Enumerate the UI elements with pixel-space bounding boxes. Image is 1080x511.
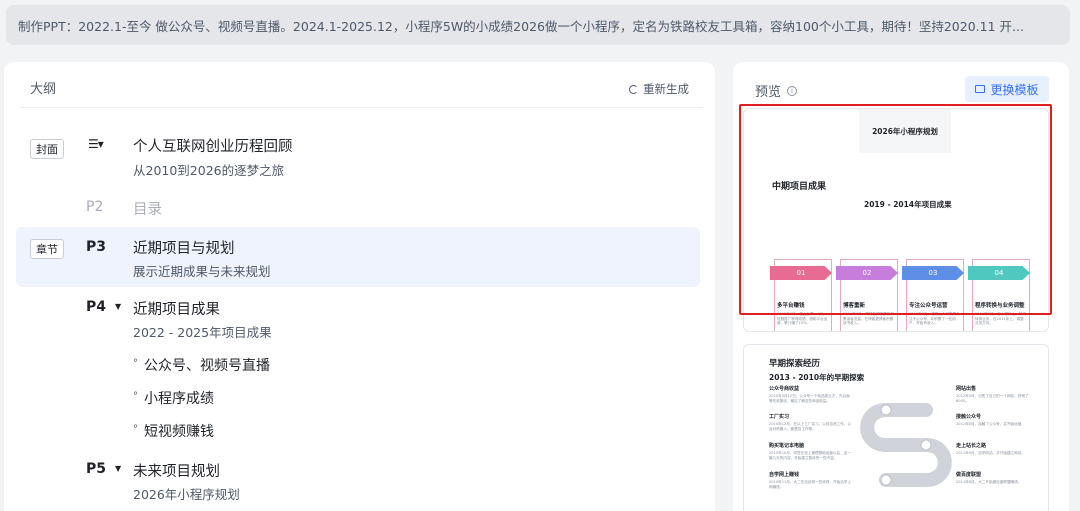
timeline-item-text: 2011年9月，自学网站，并开始建立网站。 <box>956 451 1025 455</box>
outline-row-p5[interactable]: P5 ▼ 未来项目规划 2026年小程序规划 <box>16 456 700 506</box>
preview-label: 预览 <box>755 85 782 100</box>
outline-row-p2[interactable]: P2 目录 <box>16 195 700 221</box>
loop-diagram-icon <box>860 403 952 487</box>
timeline-item-text: 2012年5月，出售了自己的一个网站，获得了8000。 <box>956 394 1029 403</box>
timeline-item-title: 走上站长之路 <box>956 443 987 449</box>
row-title[interactable]: 近期项目与规划 <box>133 237 235 258</box>
swap-template-button[interactable]: 更换模板 <box>965 76 1049 102</box>
collapse-caret-icon[interactable]: ▼ <box>115 464 121 473</box>
regenerate-label: 重新生成 <box>643 82 689 96</box>
collapse-caret-icon[interactable]: ▼ <box>115 302 121 311</box>
outline-panel: 大纲 重新生成 封面 ☰▾ 个人互联网创业历程回顾 从2010到2026的逐梦之… <box>4 62 715 511</box>
timeline-item-title: 网站出售 <box>956 386 977 392</box>
refresh-icon <box>629 84 638 94</box>
prompt-bar[interactable]: 制作PPT：2022.1-至今 做公众号、视频号直播。2024.1-2025.1… <box>6 5 1070 45</box>
list-dropdown-icon[interactable]: ☰▾ <box>88 137 104 151</box>
row-subtitle[interactable]: 2022 - 2025年项目成果 <box>133 322 272 341</box>
outline-bullet[interactable]: ° 小程序成绩 <box>133 388 214 408</box>
row-tag: 章节 <box>30 239 64 259</box>
timeline-item-title: 接触公众号 <box>956 414 982 420</box>
row-tag: 封面 <box>30 139 64 159</box>
outline-header: 大纲 重新生成 <box>20 62 703 108</box>
swap-template-label: 更换模板 <box>990 82 1039 97</box>
outline-bullet[interactable]: ° 公众号、视频号直播 <box>133 355 270 375</box>
row-title[interactable]: 近期项目成果 <box>133 298 220 319</box>
regenerate-button[interactable]: 重新生成 <box>629 81 689 97</box>
row-subtitle[interactable]: 2026年小程序规划 <box>133 484 240 503</box>
page-number: P3 <box>86 239 107 255</box>
timeline-item-text: 2010年11月，大二在自创领一些收获，开始自学上网赚钱。 <box>769 480 851 489</box>
timeline-item-title: 工厂实习 <box>769 414 790 420</box>
slide-heading: 早期探索经历 <box>769 359 821 369</box>
page-number: P4 <box>86 299 107 315</box>
timeline-item-text: 2010年12月，在以上工厂实习，以前自然工作，以及对机器人，都是自工作等。 <box>769 422 851 431</box>
timeline-item-text: 2011年8月，大二开始做百度联盟赚钱。 <box>956 480 1022 484</box>
page-number: P2 <box>86 199 104 215</box>
timeline-item-title: 购买笔记本电脑 <box>769 443 805 449</box>
outline-title: 大纲 <box>30 82 57 97</box>
row-title[interactable]: 个人互联网创业历程回顾 <box>133 135 293 156</box>
outline-bullet[interactable]: ° 短视频赚钱 <box>133 421 214 441</box>
outline-row-p4[interactable]: P4 ▼ 近期项目成果 2022 - 2025年项目成果 ° 公众号、视频号直播 … <box>16 294 700 444</box>
row-title[interactable]: 未来项目规划 <box>133 460 220 481</box>
slide-subheading: 2013 - 2010年的早期探索 <box>769 373 865 382</box>
preview-label-group: 预览 i <box>755 81 798 100</box>
slide-thumbnail-2[interactable]: 早期探索经历 2013 - 2010年的早期探索 公众号商收益 2010年5月1… <box>743 344 1049 511</box>
row-title[interactable]: 目录 <box>133 198 162 219</box>
page-number: P5 <box>86 461 107 477</box>
outline-row-p3[interactable]: 章节 P3 近期项目与规划 展示近期成果与未来规划 <box>16 227 700 287</box>
timeline-item-title: 自学网上赚钱 <box>769 472 800 478</box>
timeline-item-text: 2010年10月，同驻在线上管理基础运营以后，这一篇几天的内容，开始建立整体的一… <box>769 451 851 460</box>
outline-row-cover[interactable]: 封面 ☰▾ 个人互联网创业历程回顾 从2010到2026的逐梦之旅 <box>16 132 700 182</box>
row-subtitle[interactable]: 展示近期成果与未来规划 <box>133 261 271 280</box>
info-icon[interactable]: i <box>787 85 798 96</box>
row-subtitle[interactable]: 从2010到2026的逐梦之旅 <box>133 160 284 179</box>
selected-slide-highlight <box>739 104 1052 315</box>
timeline-item-title: 公众号商收益 <box>769 386 800 392</box>
timeline-item-text: 2012年8月，接触了公众号，并开始运营。 <box>956 422 1025 426</box>
prompt-text: 制作PPT：2022.1-至今 做公众号、视频号直播。2024.1-2025.1… <box>18 18 1024 34</box>
preview-panel: 预览 i 更换模板 2026年小程序规划 中期项目成果 2019 - 2014年… <box>733 62 1069 511</box>
template-icon <box>975 85 986 93</box>
timeline-item-title: 做百度联盟 <box>956 472 982 478</box>
timeline-item-text: 2010年5月12日，公众号一个商品类云方，先后面等先收集收，最后了解这些商品收… <box>769 394 850 403</box>
